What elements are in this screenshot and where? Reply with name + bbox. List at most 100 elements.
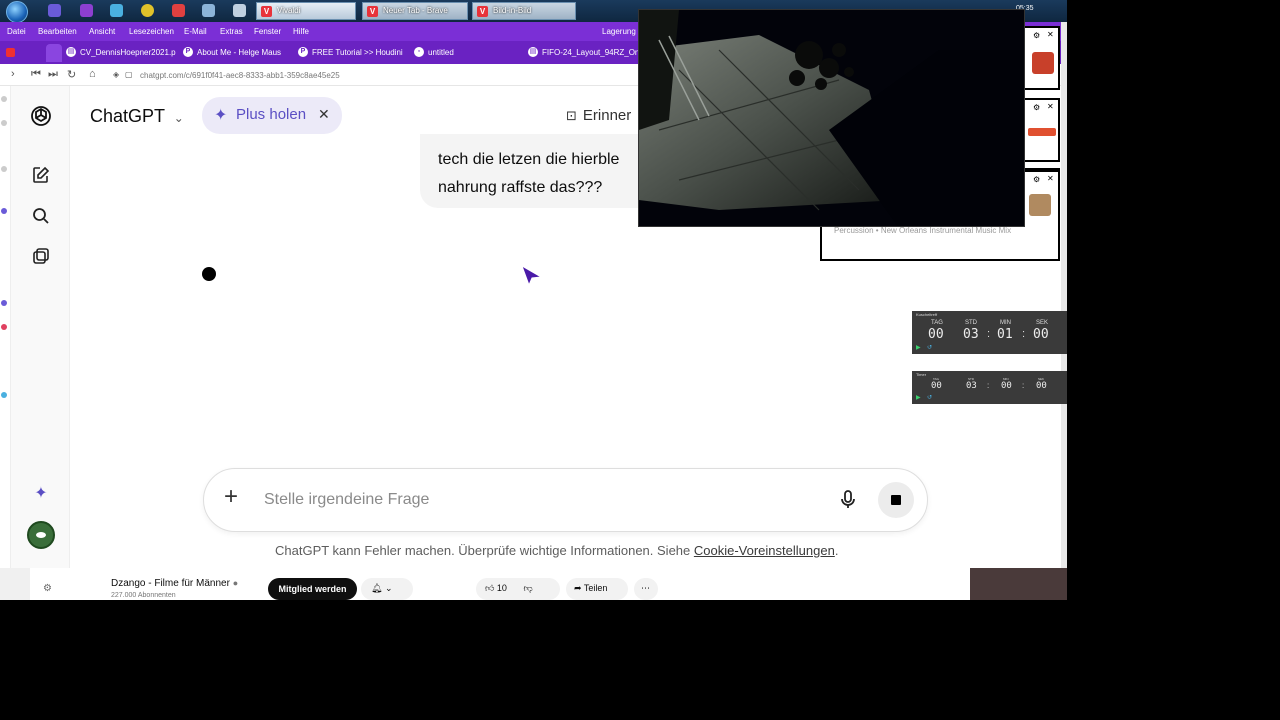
gear-icon[interactable]: ⚙ bbox=[1033, 175, 1040, 184]
like-button[interactable]: 👍︎ 10 bbox=[485, 583, 507, 593]
strip-edge bbox=[970, 568, 1067, 600]
timer-separator: : bbox=[987, 381, 990, 390]
panel-icon[interactable] bbox=[1, 96, 7, 102]
timer-separator: : bbox=[1022, 381, 1025, 390]
timer-value: 00 bbox=[1033, 327, 1049, 342]
countdown-widget[interactable]: Kuscheltreff TAG STD MIN SEK 00 03 : 01 … bbox=[912, 311, 1067, 354]
home-icon[interactable]: ⌂ bbox=[89, 68, 96, 80]
widget-card[interactable]: ⚙ ✕ bbox=[1023, 98, 1060, 162]
rewind-icon[interactable]: ⏮ bbox=[31, 68, 41, 81]
taskbar-app-icon[interactable] bbox=[110, 4, 123, 17]
microphone-icon[interactable] bbox=[840, 489, 856, 516]
search-icon[interactable] bbox=[28, 203, 54, 229]
sparkle-icon[interactable]: ✦ bbox=[28, 480, 54, 506]
menu-fenster[interactable]: Fenster bbox=[254, 27, 281, 36]
widget-card[interactable]: ⚙ ✕ bbox=[1023, 26, 1060, 90]
panel-icon[interactable] bbox=[1, 120, 7, 126]
stop-button[interactable] bbox=[878, 482, 914, 518]
play-icon[interactable]: ▶ bbox=[916, 394, 921, 401]
panel-icon[interactable] bbox=[1, 166, 7, 172]
taskbar-task-brave[interactable]: V Neuer Tab - Brave bbox=[362, 2, 468, 20]
shield-icon[interactable]: ◈ bbox=[113, 70, 119, 79]
tab-cv[interactable]: ▤ CV_DennisHoepner2021.p bbox=[64, 44, 176, 62]
p-icon: P bbox=[298, 47, 308, 57]
verified-icon: ● bbox=[232, 578, 239, 588]
join-button[interactable]: Mitglied werden bbox=[268, 578, 357, 600]
menu-lesezeichen[interactable]: Lesezeichen bbox=[129, 27, 174, 36]
plus-icon[interactable]: + bbox=[224, 483, 238, 511]
timer-header: Timer bbox=[916, 372, 927, 377]
taskbar-task-vivaldi[interactable]: V Vivaldi bbox=[256, 2, 356, 20]
timer-value: 01 bbox=[997, 327, 1013, 342]
panel-icon[interactable] bbox=[1, 392, 7, 398]
dislike-icon[interactable]: 👎︎ bbox=[523, 583, 532, 593]
tab-fifo[interactable]: ▤ FIFO-24_Layout_94RZ_On bbox=[526, 44, 638, 62]
menu-hilfe[interactable]: Hilfe bbox=[293, 27, 309, 36]
composer[interactable]: + Stelle irgendeine Frage bbox=[203, 468, 928, 532]
tab-free-tutorial[interactable]: P FREE Tutorial >> Houdini bbox=[296, 44, 404, 62]
panel-icon[interactable] bbox=[1, 324, 7, 330]
composer-input[interactable]: Stelle irgendeine Frage bbox=[264, 491, 429, 509]
timer-label: SEK bbox=[1036, 320, 1049, 326]
reload-icon[interactable]: ↻ bbox=[67, 68, 76, 81]
reminder-button[interactable]: ⊡ Erinner bbox=[566, 107, 631, 124]
timer-value: 03 bbox=[966, 381, 977, 391]
taskbar-task-pip[interactable]: V Bild-in-Bild bbox=[472, 2, 576, 20]
sparkle-icon: ✦ bbox=[214, 107, 228, 124]
timer-header: Kuscheltreff bbox=[916, 312, 938, 317]
plus-upgrade-button[interactable]: ✦ Plus holen ✕ bbox=[202, 97, 342, 134]
cookie-settings-link[interactable]: Cookie-Voreinstellungen bbox=[694, 543, 835, 558]
more-button[interactable]: ⋯ bbox=[634, 578, 658, 600]
avatar[interactable] bbox=[27, 521, 55, 549]
tab-about-me[interactable]: P About Me - Helge Maus bbox=[181, 44, 291, 62]
tab-untitled[interactable]: ▫ untitled bbox=[412, 44, 512, 62]
panel-icon[interactable] bbox=[1, 208, 7, 214]
tab-chatgpt[interactable] bbox=[46, 44, 62, 62]
picture-in-picture-video[interactable] bbox=[638, 9, 1025, 227]
scrollbar[interactable] bbox=[1061, 22, 1067, 570]
new-chat-icon[interactable] bbox=[28, 162, 54, 188]
fast-forward-icon[interactable]: ⏭ bbox=[48, 68, 58, 81]
url-field[interactable]: chatgpt.com/c/691f0f41-aec8-8333-abb1-35… bbox=[140, 71, 340, 80]
gear-icon[interactable]: ⚙ bbox=[43, 583, 52, 594]
library-icon[interactable] bbox=[28, 244, 54, 270]
close-icon[interactable]: ✕ bbox=[1047, 30, 1054, 39]
taskbar-app-icon[interactable] bbox=[202, 4, 215, 17]
disclaimer: ChatGPT kann Fehler machen. Überprüfe wi… bbox=[275, 543, 839, 558]
bell-icon: 🔔︎ bbox=[371, 583, 383, 593]
lock-icon[interactable]: ▢ bbox=[125, 70, 133, 79]
share-button[interactable]: ➦ Teilen bbox=[566, 578, 628, 600]
play-icon[interactable]: ▶ bbox=[916, 344, 921, 351]
countdown-widget[interactable]: Timer TAG STD MIN SEK 00 03 : 00 : 00 ▶ … bbox=[912, 371, 1067, 404]
menu-extras[interactable]: Extras bbox=[220, 27, 243, 36]
taskbar-app-icon[interactable] bbox=[172, 4, 185, 17]
menu-ansicht[interactable]: Ansicht bbox=[89, 27, 115, 36]
channel-name[interactable]: Dzango - Filme für Männer ● bbox=[111, 578, 238, 589]
menu-lagerung[interactable]: Lagerung bbox=[602, 27, 636, 36]
taskbar-app-icon[interactable] bbox=[233, 4, 246, 17]
reset-icon[interactable]: ↺ bbox=[927, 344, 932, 351]
taskbar-app-icon[interactable] bbox=[48, 4, 61, 17]
gear-icon[interactable]: ⚙ bbox=[1033, 31, 1040, 40]
close-icon[interactable]: ✕ bbox=[1047, 174, 1054, 183]
start-button[interactable] bbox=[6, 1, 28, 23]
taskbar-app-icon[interactable] bbox=[141, 4, 154, 17]
panel-toggle-icon[interactable]: › bbox=[11, 68, 15, 80]
subscriber-count: 227.000 Abonnenten bbox=[111, 592, 176, 599]
menu-bearbeiten[interactable]: Bearbeiten bbox=[38, 27, 77, 36]
menu-datei[interactable]: Datei bbox=[7, 27, 26, 36]
gear-icon[interactable]: ⚙ bbox=[1033, 103, 1040, 112]
menu-email[interactable]: E-Mail bbox=[184, 27, 207, 36]
openai-logo-icon[interactable] bbox=[28, 103, 54, 129]
close-icon[interactable]: ✕ bbox=[1047, 102, 1054, 111]
share-icon: ➦ bbox=[574, 583, 582, 593]
like-dislike-group: 👍︎ 10 👎︎ bbox=[476, 578, 560, 600]
reset-icon[interactable]: ↺ bbox=[927, 394, 932, 401]
panel-icon[interactable] bbox=[1, 300, 7, 306]
taskbar-app-icon[interactable] bbox=[80, 4, 93, 17]
model-selector[interactable]: ChatGPT ⌄ bbox=[90, 106, 184, 127]
notification-button[interactable]: 🔔︎ ⌄ bbox=[361, 578, 413, 600]
widget-card[interactable]: ⚙ ✕ bbox=[1023, 170, 1060, 226]
youtube-icon[interactable] bbox=[6, 48, 15, 57]
close-icon[interactable]: ✕ bbox=[318, 106, 330, 123]
